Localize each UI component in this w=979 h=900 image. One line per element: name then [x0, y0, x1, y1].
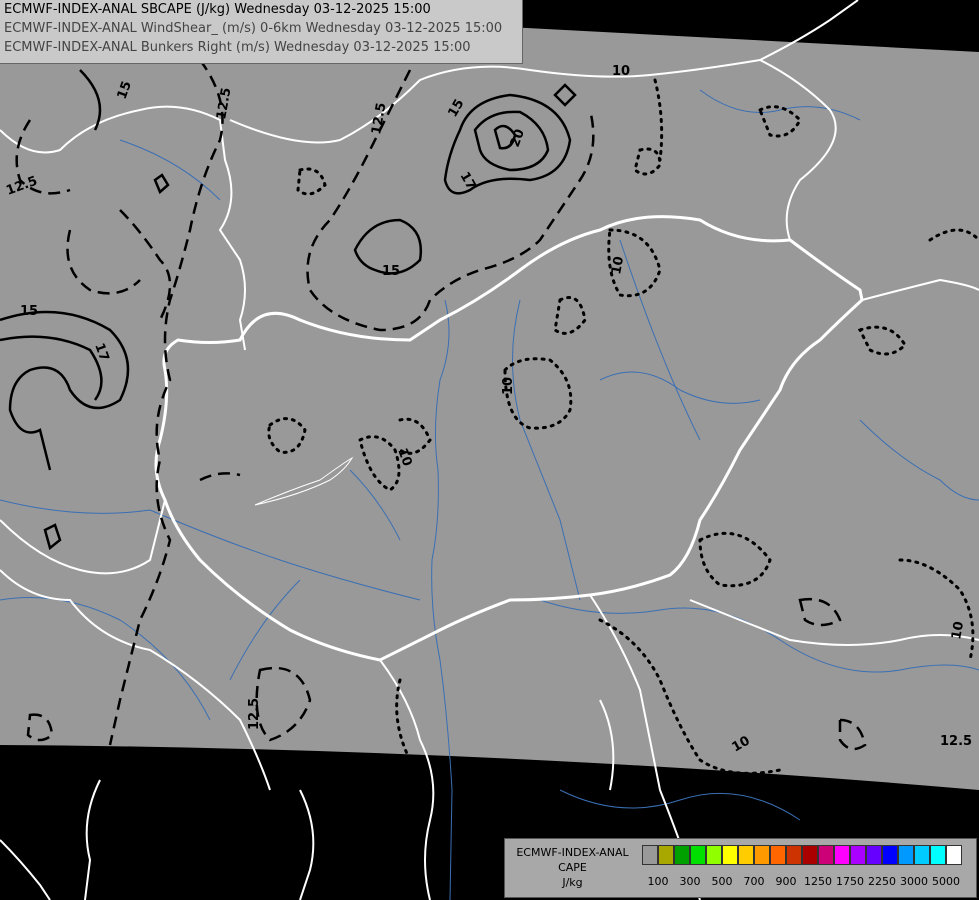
legend-tick-label: 100: [647, 875, 669, 888]
legend-tick-label: 1750: [836, 875, 864, 888]
header-line-sbcape: ECMWF-INDEX-ANAL SBCAPE (J/kg) Wednesday…: [4, 2, 431, 17]
legend-title-model: ECMWF-INDEX-ANAL: [516, 846, 629, 859]
legend-swatch: [834, 845, 850, 865]
legend-swatch: [818, 845, 834, 865]
legend-swatch: [690, 845, 706, 865]
legend-title-parameter: CAPE: [558, 861, 587, 874]
legend-swatch: [658, 845, 674, 865]
contour-label: 15: [382, 264, 400, 279]
contour-label: 10: [612, 64, 630, 79]
legend-swatch: [930, 845, 946, 865]
header-line-bunkers: ECMWF-INDEX-ANAL Bunkers Right (m/s) Wed…: [4, 40, 471, 55]
contour-label: 10: [501, 377, 516, 395]
contour-label: 12.5: [247, 698, 262, 730]
legend-tick-label: 700: [743, 875, 765, 888]
legend-tick-label: 2250: [868, 875, 896, 888]
weather-map: 15 12.5 12.5 12.5 15 17 20 17 10 15 12.5…: [0, 0, 979, 900]
map-header: ECMWF-INDEX-ANAL SBCAPE (J/kg) Wednesday…: [0, 0, 523, 64]
legend-swatch: [770, 845, 786, 865]
legend-swatch: [706, 845, 722, 865]
legend-swatch: [722, 845, 738, 865]
legend-swatch: [674, 845, 690, 865]
legend-swatch: [914, 845, 930, 865]
legend-swatch: [850, 845, 866, 865]
legend-title: ECMWF-INDEX-ANAL CAPE J/kg: [505, 845, 640, 890]
legend-tick-label: 1250: [804, 875, 832, 888]
contour-label: 12.5: [940, 734, 972, 749]
cape-legend: ECMWF-INDEX-ANAL CAPE J/kg 100 300 500 700 9…: [504, 838, 977, 898]
legend-swatch: [882, 845, 898, 865]
legend-tick-label: 900: [775, 875, 797, 888]
legend-swatch: [738, 845, 754, 865]
legend-swatch: [802, 845, 818, 865]
legend-swatch: [786, 845, 802, 865]
legend-tick-label: 500: [711, 875, 733, 888]
legend-swatch: [898, 845, 914, 865]
legend-swatch: [946, 845, 962, 865]
legend-swatch: [754, 845, 770, 865]
legend-tick-label: 5000: [932, 875, 960, 888]
legend-title-unit: J/kg: [562, 876, 583, 889]
header-line-windshear: ECMWF-INDEX-ANAL WindShear_ (m/s) 0-6km …: [4, 21, 503, 36]
contour-label: 10: [609, 255, 627, 275]
legend-tick-label: 300: [679, 875, 701, 888]
legend-tick-label: 3000: [900, 875, 928, 888]
legend-ticks: 100 300 500 700 900 1250 1750 2250 3000 5000: [642, 875, 972, 889]
legend-swatch: [642, 845, 658, 865]
legend-swatch: [866, 845, 882, 865]
contour-label: 15: [20, 304, 38, 319]
contour-label: 10: [949, 620, 967, 640]
legend-color-scale: [642, 845, 962, 865]
